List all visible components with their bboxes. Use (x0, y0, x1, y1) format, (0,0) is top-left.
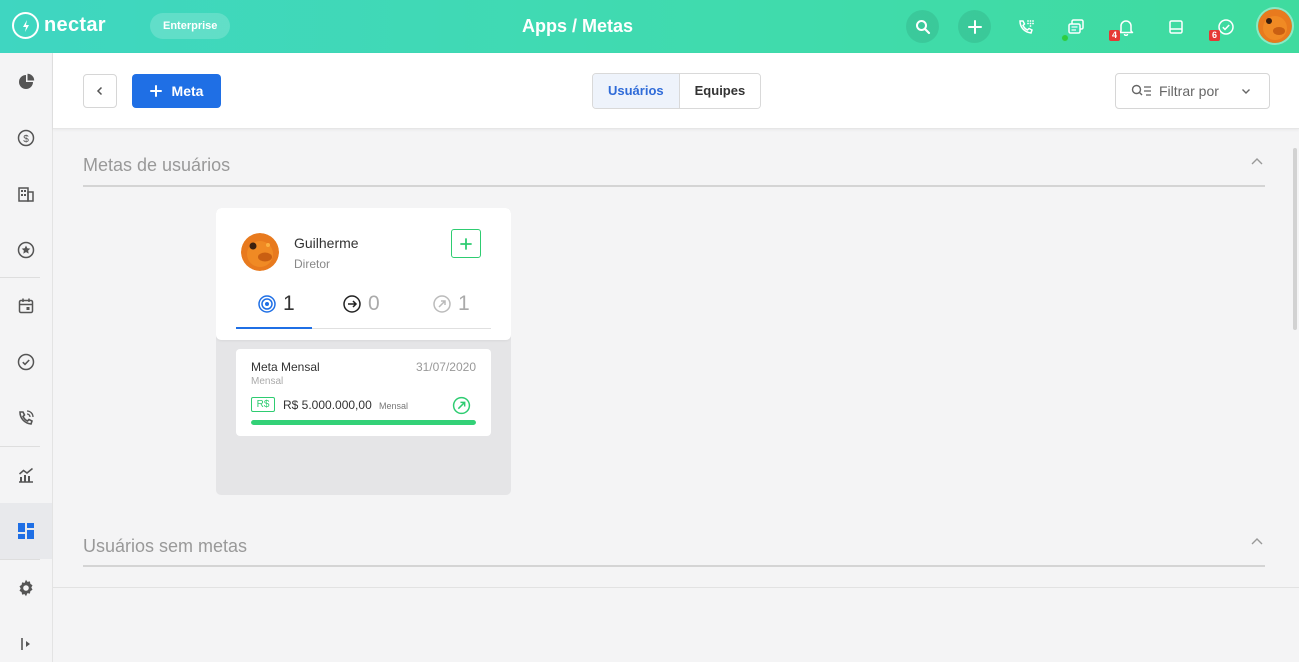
goal-name: Meta Mensal (251, 360, 320, 374)
notifications-badge: 4 (1109, 30, 1120, 41)
bell-icon[interactable]: 4 (1109, 10, 1142, 43)
stat-active-count: 1 (283, 292, 295, 315)
add-meta-label: Meta (171, 83, 204, 99)
calendar-icon[interactable] (0, 278, 52, 334)
search-icon[interactable] (906, 10, 939, 43)
user-role: Diretor (294, 257, 331, 271)
add-user-goal-button[interactable] (451, 229, 481, 258)
expand-sidebar-icon[interactable] (0, 616, 52, 662)
trend-up-circle-icon (433, 295, 451, 313)
view-tabs: Usuários Equipes (592, 73, 762, 109)
chevron-up-icon[interactable] (1250, 537, 1264, 547)
section-divider (83, 185, 1265, 187)
star-icon[interactable] (0, 222, 52, 278)
chevron-left-icon (96, 86, 103, 96)
plus-icon (149, 85, 162, 97)
main-header: Meta Usuários Equipes Filtrar por (53, 53, 1299, 129)
user-goal-card: Guilherme Diretor 1 0 1 Meta Mensal 31/0… (216, 208, 511, 495)
chevron-down-icon (1241, 89, 1250, 94)
section-title-users-without-goals: Usuários sem metas (83, 536, 248, 556)
tasks-badge: 6 (1209, 30, 1220, 41)
target-icon (258, 295, 276, 313)
pie-chart-icon[interactable] (0, 54, 52, 110)
arrow-right-circle-icon (343, 295, 361, 313)
goal-value-period: Mensal (379, 401, 409, 411)
active-tab-indicator (236, 327, 312, 329)
section-title-user-goals: Metas de usuários (83, 155, 231, 175)
stat-in-progress-goals[interactable]: 0 (343, 292, 380, 316)
goal-value: R$ 5.000.000,00 (283, 398, 372, 412)
dialpad-phone-icon[interactable] (1009, 10, 1042, 43)
chat-icon[interactable] (1059, 10, 1092, 43)
online-status-dot (1061, 34, 1069, 42)
check-circle-icon[interactable] (0, 334, 52, 390)
bottom-divider (53, 587, 1299, 588)
tab-divider (312, 328, 491, 329)
stat-completed-count: 1 (458, 292, 470, 315)
currency-tag: R$ (251, 397, 275, 412)
check-circle-icon[interactable]: 6 (1209, 10, 1242, 43)
goal-period: Mensal (251, 376, 284, 387)
dollar-icon[interactable]: $ (0, 110, 52, 166)
plus-icon[interactable] (958, 10, 991, 43)
stat-active-goals[interactable]: 1 (258, 292, 295, 316)
filter-label: Filtrar por (1159, 83, 1219, 99)
avatar (241, 233, 279, 271)
plus-icon (460, 237, 472, 250)
trend-up-circle-icon (452, 396, 471, 415)
top-bar: nectar Enterprise Apps / Metas 4 6 (0, 0, 1299, 53)
gear-icon[interactable] (0, 560, 52, 616)
svg-text:$: $ (23, 134, 29, 145)
user-avatar[interactable] (1256, 7, 1294, 45)
stat-completed-goals[interactable]: 1 (433, 292, 470, 316)
add-meta-button[interactable]: Meta (132, 74, 221, 108)
dashboard-icon[interactable] (0, 503, 52, 559)
inbox-icon[interactable] (1159, 10, 1192, 43)
tab-equipes[interactable]: Equipes (679, 74, 761, 108)
section-divider (83, 565, 1265, 567)
goal-date: 31/07/2020 (415, 360, 476, 374)
chart-icon[interactable] (0, 447, 52, 503)
goal-progress-bar (251, 420, 476, 425)
scrollbar[interactable] (1293, 148, 1297, 330)
user-card-header: Guilherme Diretor 1 0 1 (216, 208, 511, 340)
goal-progress-fill (251, 420, 476, 425)
stat-in-progress-count: 0 (368, 292, 380, 315)
chevron-up-icon[interactable] (1250, 157, 1264, 167)
building-icon[interactable] (0, 166, 52, 222)
goal-card[interactable]: Meta Mensal 31/07/2020 Mensal R$ R$ 5.00… (236, 349, 491, 436)
tab-usuarios[interactable]: Usuários (593, 74, 680, 108)
phone-icon[interactable] (0, 390, 52, 446)
sidebar: $ (0, 53, 53, 662)
user-name: Guilherme (294, 235, 359, 251)
back-button[interactable] (83, 74, 117, 108)
filter-search-icon (1131, 84, 1151, 96)
filter-dropdown[interactable]: Filtrar por (1115, 73, 1270, 109)
